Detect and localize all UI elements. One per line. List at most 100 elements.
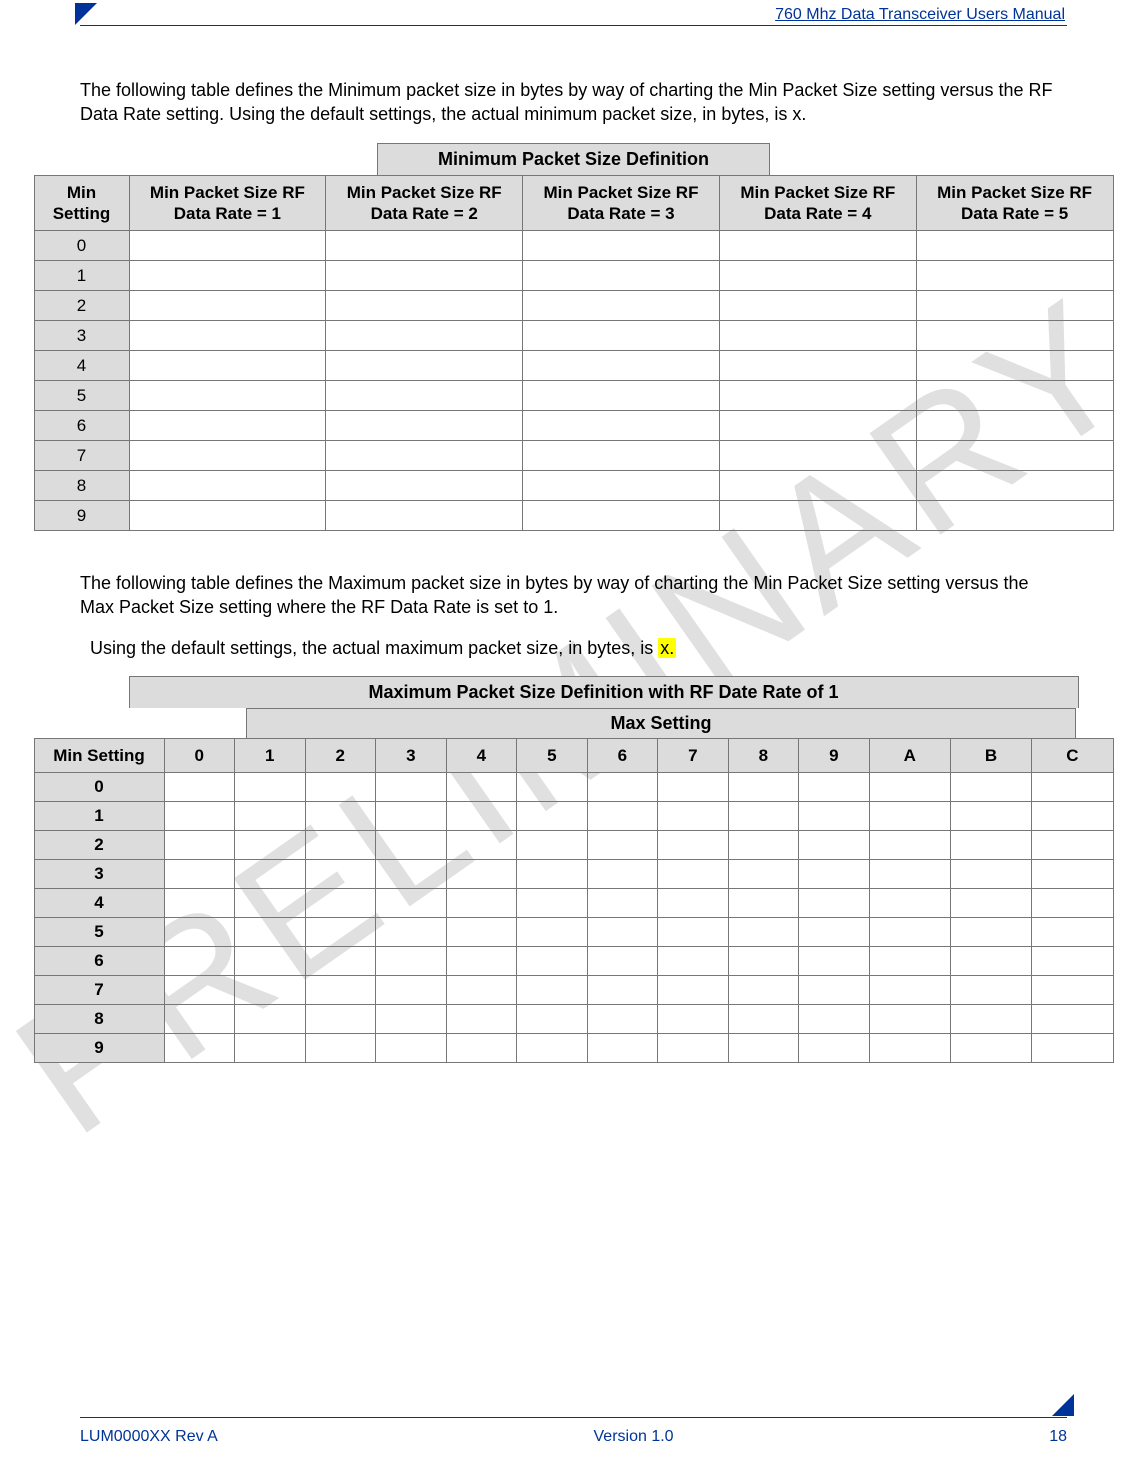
table2-col-header: 2 [305, 738, 376, 772]
cell [326, 501, 523, 531]
cell [869, 1034, 950, 1063]
cell [869, 918, 950, 947]
table-row: 5 [34, 918, 1113, 947]
cell [869, 976, 950, 1005]
table-row: 6 [34, 947, 1113, 976]
cell [1032, 976, 1113, 1005]
cell [164, 889, 235, 918]
cell [235, 918, 306, 947]
table2-col-header: B [950, 738, 1031, 772]
cell [1032, 889, 1113, 918]
cell [869, 889, 950, 918]
table-row: 2 [34, 831, 1113, 860]
cell [523, 351, 720, 381]
cell [235, 1005, 306, 1034]
cell [164, 860, 235, 889]
min-packet-size-table: Min Setting Min Packet Size RF Data Rate… [34, 175, 1114, 532]
cell [950, 918, 1031, 947]
row-setting: 0 [34, 231, 129, 261]
table-row: 4 [34, 351, 1113, 381]
cell [587, 918, 658, 947]
cell [1032, 918, 1113, 947]
cell [799, 831, 870, 860]
cell [799, 773, 870, 802]
cell [376, 1034, 447, 1063]
cell [799, 1005, 870, 1034]
intro-paragraph-2: The following table defines the Maximum … [80, 571, 1067, 620]
row-setting: 5 [34, 381, 129, 411]
table-row: 9 [34, 1034, 1113, 1063]
footer-center: Version 1.0 [594, 1428, 674, 1446]
cell [728, 947, 799, 976]
cell [1032, 1034, 1113, 1063]
cell [869, 831, 950, 860]
cell [129, 381, 326, 411]
row-setting: 0 [34, 773, 164, 802]
cell [446, 1005, 517, 1034]
cell [728, 773, 799, 802]
cell [446, 860, 517, 889]
cell [719, 291, 916, 321]
cell [799, 976, 870, 1005]
cell [950, 947, 1031, 976]
table-row: 1 [34, 261, 1113, 291]
cell [164, 1005, 235, 1034]
cell [523, 261, 720, 291]
table-row: 4 [34, 889, 1113, 918]
cell [719, 441, 916, 471]
cell [799, 860, 870, 889]
cell [235, 831, 306, 860]
cell [728, 918, 799, 947]
footer-divider [80, 1417, 1067, 1418]
cell [587, 773, 658, 802]
cell [799, 802, 870, 831]
cell [1032, 947, 1113, 976]
cell [1032, 773, 1113, 802]
cell [719, 501, 916, 531]
cell [446, 802, 517, 831]
row-setting: 1 [34, 261, 129, 291]
cell [587, 947, 658, 976]
table-row: 3 [34, 860, 1113, 889]
cell [305, 947, 376, 976]
footer-left: LUM0000XX Rev A [80, 1428, 218, 1446]
cell [129, 501, 326, 531]
cell [129, 231, 326, 261]
cell [326, 471, 523, 501]
row-setting: 8 [34, 1005, 164, 1034]
cell [376, 831, 447, 860]
cell [728, 1005, 799, 1034]
cell [728, 860, 799, 889]
cell [523, 411, 720, 441]
table2-col-header: 9 [799, 738, 870, 772]
row-setting: 5 [34, 918, 164, 947]
cell [869, 773, 950, 802]
cell [326, 381, 523, 411]
cell [719, 321, 916, 351]
cell [164, 802, 235, 831]
table2-col-header: 7 [658, 738, 729, 772]
cell [950, 976, 1031, 1005]
cell [305, 831, 376, 860]
intro-paragraph-1: The following table defines the Minimum … [80, 78, 1067, 127]
cell [517, 918, 588, 947]
cell [376, 918, 447, 947]
cell [719, 231, 916, 261]
cell [376, 947, 447, 976]
cell [658, 976, 729, 1005]
cell [523, 501, 720, 531]
cell [326, 351, 523, 381]
cell [916, 351, 1113, 381]
cell [517, 889, 588, 918]
cell [164, 773, 235, 802]
cell [1032, 860, 1113, 889]
table1-col-header: Min Packet Size RF Data Rate = 1 [129, 175, 326, 231]
cell [916, 261, 1113, 291]
cell [728, 802, 799, 831]
row-setting: 3 [34, 860, 164, 889]
cell [916, 441, 1113, 471]
cell [129, 261, 326, 291]
cell [728, 889, 799, 918]
cell [1032, 802, 1113, 831]
table2-col-header: 5 [517, 738, 588, 772]
